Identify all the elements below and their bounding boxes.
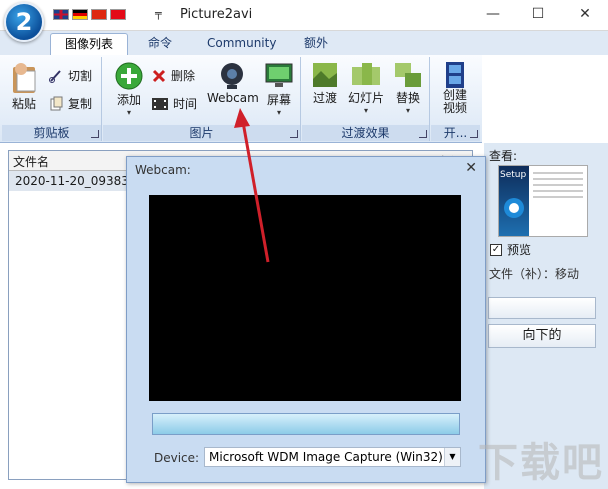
device-label: Device: [154, 451, 200, 465]
add-icon [115, 62, 143, 90]
webcam-button[interactable]: Webcam [207, 61, 259, 105]
transitions-group: 过渡 幻灯片 ▾ 替换 ▾ 过渡效果 [302, 57, 430, 141]
clipboard-launcher-icon[interactable] [91, 130, 99, 138]
replace-dropdown-icon: ▾ [405, 106, 410, 115]
move-down-button[interactable]: 向下的 [488, 324, 596, 348]
uk-flag-icon[interactable] [53, 9, 69, 20]
replace-icon [395, 63, 421, 87]
file-name-column-header[interactable]: 文件名 [13, 153, 49, 170]
webcam-dialog: Webcam: ✕ Device: Microsoft WDM Image Ca… [126, 156, 486, 483]
paste-label: 粘贴 [11, 97, 36, 111]
thumbnail-title: Setup [500, 170, 527, 180]
thumbnail-sidebar: Setup [499, 166, 529, 236]
chevron-down-icon[interactable]: ▼ [444, 448, 460, 466]
screen-button[interactable]: 屏幕 ▾ [261, 61, 297, 117]
cut-icon [49, 69, 61, 83]
pictures-group-label: 图片 [103, 125, 300, 141]
copy-icon [50, 96, 63, 110]
site-watermark: 下载吧 [478, 439, 604, 486]
preview-checkbox[interactable]: ✓ [490, 243, 502, 256]
china-flag-icon[interactable] [91, 9, 107, 20]
transitions-launcher-icon[interactable] [419, 130, 427, 138]
create-video-label-line2: 视频 [442, 101, 467, 115]
window-title: Picture2avi [180, 7, 253, 22]
transitions-group-label: 过渡效果 [302, 125, 429, 141]
tab-extra[interactable]: 额外 [290, 33, 342, 55]
empty-button[interactable] [488, 297, 596, 319]
title-bar: ╤ Picture2avi — ☐ ✕ [0, 0, 608, 31]
replace-label: 替换 [395, 91, 420, 105]
preview-checkbox-row[interactable]: ✓ 预览 [490, 241, 531, 258]
device-select[interactable]: Microsoft WDM Image Capture (Win32) ▼ [204, 447, 461, 467]
tab-commands[interactable]: 命令 [134, 33, 186, 55]
tab-community[interactable]: Community [193, 33, 290, 55]
webcam-dialog-title: Webcam: [135, 163, 191, 177]
clipboard-group: 粘贴 切割 复制 剪贴板 [2, 57, 102, 141]
cut-button[interactable]: 切割 [48, 67, 92, 84]
transition-button[interactable]: 过渡 [308, 61, 342, 106]
pictures-group: 添加 ▾ 删除 时间 Webcam 屏幕 ▾ 图片 [103, 57, 301, 141]
webcam-video-preview [149, 195, 461, 401]
add-button[interactable]: 添加 ▾ [111, 61, 147, 117]
start-launcher-icon[interactable] [470, 130, 478, 138]
language-flags [53, 9, 126, 20]
screen-dropdown-icon: ▾ [276, 108, 281, 117]
turkey-flag-icon[interactable] [110, 9, 126, 20]
transition-icon [313, 63, 337, 87]
device-select-value: Microsoft WDM Image Capture (Win32) [209, 450, 443, 464]
view-label: 查看: [489, 149, 518, 163]
time-button[interactable]: 时间 [151, 95, 197, 112]
slideshow-button[interactable]: 幻灯片 ▾ [344, 61, 388, 115]
ribbon: 粘贴 切割 复制 剪贴板 添加 ▾ 删除 时间 Webcam 屏幕 ▾ 图片 过… [0, 55, 482, 143]
transition-label: 过渡 [312, 91, 337, 105]
replace-button[interactable]: 替换 ▾ [390, 61, 426, 115]
cut-label: 切割 [68, 69, 93, 83]
capture-progress-bar [152, 413, 460, 435]
add-label: 添加 [116, 93, 141, 107]
time-label: 时间 [173, 97, 198, 111]
maximize-button[interactable]: ☐ [527, 4, 549, 24]
film-reel-icon [446, 62, 464, 88]
minimize-button[interactable]: — [482, 4, 504, 24]
copy-label: 复制 [68, 97, 93, 111]
webcam-dialog-close-button[interactable]: ✕ [465, 160, 477, 176]
slideshow-icon [352, 63, 380, 85]
monitor-icon [265, 63, 293, 87]
quick-access-dropdown-icon[interactable]: ╤ [155, 7, 162, 20]
add-dropdown-icon: ▾ [126, 108, 131, 117]
preview-thumbnail: Setup [498, 165, 588, 237]
germany-flag-icon[interactable] [72, 9, 88, 20]
slideshow-dropdown-icon: ▾ [363, 106, 368, 115]
delete-button[interactable]: 删除 [151, 67, 195, 84]
close-button[interactable]: ✕ [574, 4, 596, 24]
tab-image-list[interactable]: 图像列表 [50, 33, 129, 55]
thumbnail-text-lines [533, 172, 583, 202]
pictures-launcher-icon[interactable] [290, 130, 298, 138]
screen-label: 屏幕 [266, 93, 291, 107]
paste-button[interactable]: 粘贴 [8, 61, 40, 112]
clipboard-group-label: 剪贴板 [2, 125, 101, 141]
ribbon-tabs: 图像列表 命令 Community 额外 [0, 31, 608, 55]
webcam-label: Webcam [207, 91, 259, 105]
preview-label: 预览 [507, 243, 532, 257]
delete-icon [152, 69, 166, 82]
webcam-icon [221, 63, 243, 89]
slideshow-label: 幻灯片 [347, 91, 384, 105]
film-icon [152, 97, 168, 110]
file-move-label: 文件（补）：移动 [489, 267, 580, 281]
paste-icon [13, 63, 36, 93]
delete-label: 删除 [171, 69, 196, 83]
start-group: 创建 视频 开... [431, 57, 480, 141]
app-logo[interactable]: 2 [4, 2, 44, 42]
create-video-button[interactable]: 创建 视频 [435, 61, 475, 115]
setup-logo-icon [504, 198, 524, 218]
copy-button[interactable]: 复制 [48, 95, 92, 112]
